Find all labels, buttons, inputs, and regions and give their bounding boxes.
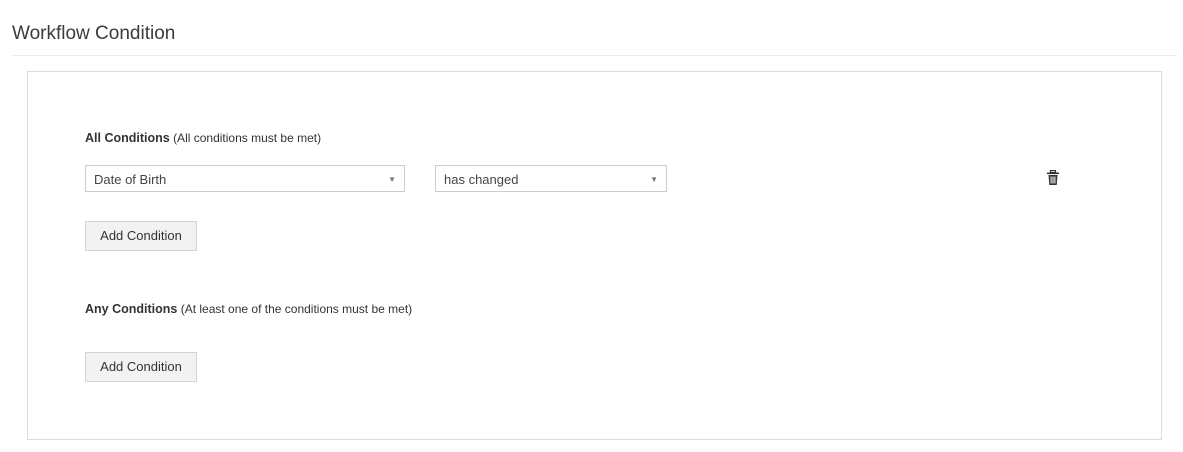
condition-field-value: Date of Birth xyxy=(94,172,167,187)
add-any-condition-button[interactable]: Add Condition xyxy=(85,352,197,382)
all-conditions-heading: All Conditions (All conditions must be m… xyxy=(85,130,321,146)
any-conditions-note: (At least one of the conditions must be … xyxy=(180,302,413,316)
condition-operator-value: has changed xyxy=(444,172,519,187)
any-conditions-heading: Any Conditions (At least one of the cond… xyxy=(85,301,412,317)
condition-operator-select[interactable]: has changed ▼ xyxy=(435,165,667,192)
title-divider xyxy=(12,55,1177,56)
condition-field-select[interactable]: Date of Birth ▼ xyxy=(85,165,405,192)
add-all-condition-button[interactable]: Add Condition xyxy=(85,221,197,251)
chevron-down-icon: ▼ xyxy=(650,175,658,184)
trash-icon[interactable] xyxy=(1046,169,1060,186)
page-title: Workflow Condition xyxy=(12,23,176,44)
all-conditions-title: All Conditions xyxy=(85,131,170,145)
all-conditions-note: (All conditions must be met) xyxy=(173,131,322,145)
conditions-panel xyxy=(27,71,1162,440)
any-conditions-title: Any Conditions xyxy=(85,302,178,316)
chevron-down-icon: ▼ xyxy=(388,175,396,184)
